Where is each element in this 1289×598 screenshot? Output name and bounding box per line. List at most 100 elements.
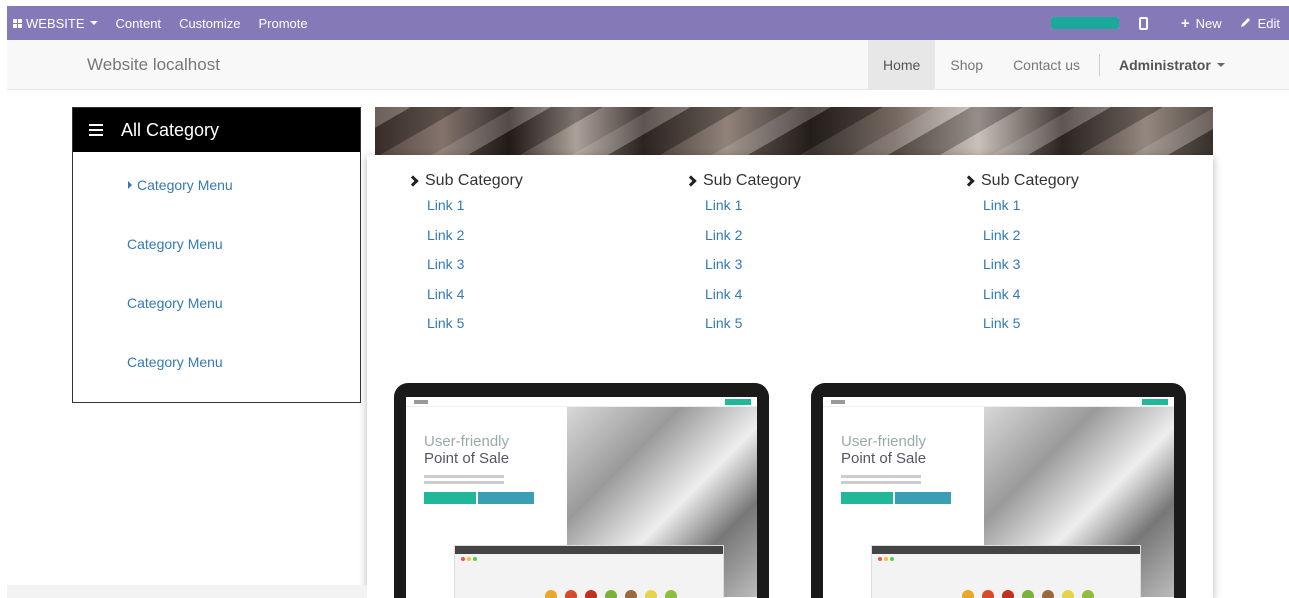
fruit-icon [605,590,617,598]
nav-divider [1099,53,1100,76]
sub-category-link[interactable]: Link 5 [983,315,1079,345]
screen-pos-titlebar [872,546,1140,554]
sub-category-link[interactable]: Link 3 [427,256,523,286]
nav-contact-us[interactable]: Contact us [998,40,1095,89]
sub-category-link[interactable]: Link 3 [705,256,801,286]
fruit-icon [565,590,577,598]
sub-category-link[interactable]: Link 5 [705,315,801,345]
sub-category-label: Sub Category [425,172,523,189]
fruit-icon [1082,590,1094,598]
user-name: Administrator [1119,56,1211,73]
main-nav: Home Shop Contact us Administrator [868,40,1240,89]
fruit-icon [645,590,657,598]
screen-pos-titlebar [455,546,723,554]
screen-cta-secondary [895,492,951,504]
new-button[interactable]: + New [1172,6,1231,40]
fruit-icon [585,590,597,598]
sub-category-column: Sub Category Link 1 Link 2 Link 3 Link 4… [685,172,801,345]
caret-right-icon [128,181,132,189]
caret-down-icon [1216,62,1225,67]
screen-text [424,475,504,478]
screen-headline: User-friendly Point of Sale [424,433,509,467]
nav-home[interactable]: Home [868,40,936,89]
sub-category-column: Sub Category Link 1 Link 2 Link 3 Link 4… [407,172,523,345]
fruit-icon [665,590,677,598]
website-menu-button[interactable]: WEBSITE [7,6,107,40]
category-panel-title: All Category [121,119,220,140]
sub-category-link[interactable]: Link 4 [705,286,801,316]
edit-label: Edit [1257,15,1280,31]
category-menu-item[interactable]: Category Menu [127,236,223,252]
site-navbar: Website localhost Home Shop Contact us A… [7,40,1289,90]
screen-button [725,399,751,405]
screen-headline-line1: User-friendly [841,433,927,450]
screen-pos-window [454,545,724,598]
sub-category-link[interactable]: Link 4 [983,286,1079,316]
sub-category-link[interactable]: Link 1 [705,197,801,227]
nav-shop[interactable]: Shop [935,40,998,89]
screen-button [1142,399,1168,405]
apps-grid-icon [13,18,22,28]
screen-cta-primary [424,492,476,504]
laptop-promo-image[interactable]: User-friendly Point of Sale [394,383,769,598]
sub-category-title[interactable]: Sub Category [407,172,523,190]
caret-down-icon [89,21,98,25]
sub-category-link[interactable]: Link 1 [983,197,1079,227]
screen-navbar [406,397,757,407]
laptop-promo-image[interactable]: User-friendly Point of Sale [811,383,1186,598]
sub-category-link[interactable]: Link 3 [983,256,1079,286]
screen-logo [831,400,845,404]
fruit-icon [962,590,974,598]
sub-category-link[interactable]: Link 4 [427,286,523,316]
screen-headline-line1: User-friendly [424,433,510,450]
admin-menu-promote[interactable]: Promote [249,6,316,40]
mobile-preview-icon[interactable] [1138,16,1148,30]
hero-banner-image [375,107,1213,157]
sub-category-link[interactable]: Link 2 [427,227,523,257]
category-menu-item[interactable]: Category Menu [127,354,223,370]
window-controls-icon [878,548,896,566]
progress-fill [1050,17,1119,29]
pencil-icon [1240,16,1252,31]
screen-text [841,475,921,478]
sub-category-label: Sub Category [981,172,1079,189]
laptop-screen: User-friendly Point of Sale [406,397,757,598]
sub-category-column: Sub Category Link 1 Link 2 Link 3 Link 4… [963,172,1079,345]
sub-category-link[interactable]: Link 2 [705,227,801,257]
chevron-right-icon [407,175,419,187]
sub-category-title[interactable]: Sub Category [963,172,1079,190]
site-brand[interactable]: Website localhost [87,55,220,75]
screen-cta-primary [841,492,893,504]
category-menu-item[interactable]: Category Menu [128,177,233,193]
category-menu-label: Category Menu [137,177,233,193]
chevron-right-icon [685,175,697,187]
new-label: New [1195,15,1222,31]
screen-cta-secondary [478,492,534,504]
fruit-icon [1002,590,1014,598]
progress-bar [1050,17,1119,29]
admin-menu-customize[interactable]: Customize [170,6,249,40]
screen-headline: User-friendly Point of Sale [841,433,926,467]
fruit-icon [1022,590,1034,598]
screen-headline-line2: Point of Sale [424,450,510,467]
website-menu-label: WEBSITE [26,15,85,31]
user-menu[interactable]: Administrator [1104,40,1240,89]
chevron-right-icon [963,175,975,187]
window-controls-icon [461,548,479,566]
screen-logo [414,400,428,404]
edit-button[interactable]: Edit [1231,6,1289,40]
category-panel-header[interactable]: All Category [73,108,360,152]
category-panel: All Category Category Menu Category Menu… [72,107,361,403]
sub-category-title[interactable]: Sub Category [685,172,801,190]
sub-category-label: Sub Category [703,172,801,189]
laptop-screen: User-friendly Point of Sale [823,397,1174,598]
sub-category-link[interactable]: Link 2 [983,227,1079,257]
page-footer-strip [7,585,367,598]
admin-menu-content[interactable]: Content [107,6,171,40]
admin-bar: WEBSITE Content Customize Promote + New … [7,6,1289,40]
sub-category-link[interactable]: Link 1 [427,197,523,227]
sub-category-link[interactable]: Link 5 [427,315,523,345]
fruit-icon [982,590,994,598]
category-menu-item[interactable]: Category Menu [127,295,223,311]
plus-icon: + [1180,14,1190,32]
